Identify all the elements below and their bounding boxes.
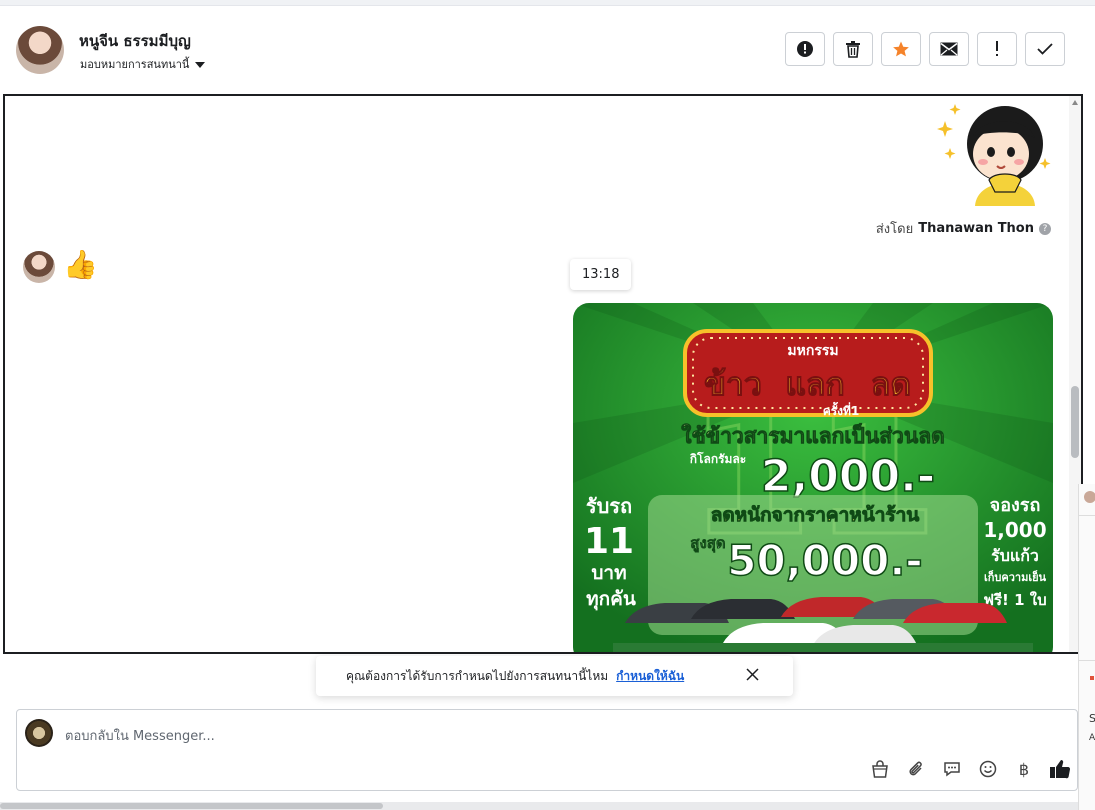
star-button[interactable] xyxy=(881,32,921,66)
attach-button[interactable] xyxy=(905,758,927,780)
side-panel-text-2: A xyxy=(1089,733,1095,743)
saved-reply-button[interactable] xyxy=(941,758,963,780)
emoji-button[interactable] xyxy=(977,758,999,780)
promo-right-4: เก็บความเย็น xyxy=(984,570,1047,584)
promo-left-2: 11 xyxy=(584,521,634,562)
promo-per-kg: กิโลกรัมละ xyxy=(690,451,746,466)
side-panel-divider xyxy=(1078,515,1095,516)
conversation-header: หนูจีน ธรรมมีบุญ มอบหมายการสนทนานี้ xyxy=(0,6,1095,94)
promo-line-1: ใช้ข้าวสารมาแลกเป็นส่วนลด xyxy=(681,422,944,448)
side-panel-avatar[interactable] xyxy=(1084,491,1095,503)
message-thread[interactable]: ส่งโดย Thanawan Thon ? 👍 13:18 11 มหกรรม… xyxy=(3,94,1083,654)
composer-toolbar: ฿ xyxy=(869,758,1071,780)
promo-box-line: ลดหนักจากราคาหน้าร้าน xyxy=(711,504,920,526)
side-panel-divider-2 xyxy=(1078,660,1095,661)
contact-avatar[interactable] xyxy=(16,26,64,74)
assign-prompt-text: คุณต้องการได้รับการกำหนดไปยังการสนทนานี้… xyxy=(346,668,609,683)
promo-left-1: รับรถ xyxy=(586,494,632,518)
assign-prompt-toast: คุณต้องการได้รับการกำหนดไปยังการสนทนานี้… xyxy=(316,656,793,696)
promo-amount-1: 2,000.- xyxy=(761,451,935,502)
done-button[interactable] xyxy=(1025,32,1065,66)
promo-right-3: รับแก้ว xyxy=(991,546,1039,565)
reply-input[interactable]: ตอบกลับใน Messenger... xyxy=(65,725,215,746)
envelope-icon xyxy=(940,42,958,56)
thumbs-up-icon xyxy=(1050,760,1071,779)
promo-headline-1: ข้าว xyxy=(704,365,762,403)
promo-subtag: ครั้งที่1 xyxy=(823,401,860,418)
promo-right-1: จองรถ xyxy=(990,495,1041,516)
side-panel-text-1: S xyxy=(1089,712,1095,725)
chat-bubble-icon xyxy=(944,762,960,777)
promo-headline-3: ลด xyxy=(871,365,911,403)
close-icon[interactable] xyxy=(746,668,759,681)
caret-down-icon xyxy=(195,61,206,68)
conversation-toolbar xyxy=(785,32,1065,66)
assign-dropdown[interactable]: มอบหมายการสนทนานี้ xyxy=(80,55,206,73)
promo-amount-2: 50,000.- xyxy=(727,536,922,585)
like-button[interactable] xyxy=(1049,758,1071,780)
promo-left-4: ทุกคัน xyxy=(586,588,636,611)
assign-label: มอบหมายการสนทนานี้ xyxy=(80,58,190,71)
trash-icon xyxy=(846,41,860,58)
assign-to-me-link[interactable]: กำหนดให้ฉัน xyxy=(616,667,684,686)
shopping-bag-icon xyxy=(872,760,888,778)
check-icon xyxy=(1037,43,1053,55)
mark-unread-button[interactable] xyxy=(929,32,969,66)
horizontal-scrollbar-thumb[interactable] xyxy=(0,803,383,809)
exclamation-icon xyxy=(996,41,998,56)
alert-circle-icon xyxy=(797,41,813,57)
sent-by-prefix: ส่งโดย xyxy=(875,222,914,237)
promo-right-2: 1,000 xyxy=(983,518,1046,542)
page-avatar xyxy=(25,719,53,747)
baht-icon: ฿ xyxy=(1018,759,1030,779)
promo-image[interactable]: 11 มหกรรม ข้าว แลก ลด ครั้งที่1 ใช้ข้าวส… xyxy=(573,303,1053,654)
delete-button[interactable] xyxy=(833,32,873,66)
side-panel-edge xyxy=(1078,484,1095,810)
help-icon[interactable]: ? xyxy=(1039,222,1051,235)
spam-button[interactable] xyxy=(977,32,1017,66)
smiley-icon xyxy=(979,760,997,778)
scroll-up-arrow-icon[interactable] xyxy=(1072,100,1078,105)
star-icon xyxy=(893,41,909,57)
sent-by-line: ส่งโดย Thanawan Thon ? xyxy=(876,218,1051,239)
thread-scrollbar-thumb[interactable] xyxy=(1071,386,1079,458)
promo-tag: มหกรรม xyxy=(787,343,838,359)
sent-by-name: Thanawan Thon xyxy=(918,221,1034,236)
thumbs-up-emoji: 👍 xyxy=(63,248,98,281)
paperclip-icon xyxy=(909,761,922,776)
message-timestamp: 13:18 xyxy=(570,259,632,290)
alert-button[interactable] xyxy=(785,32,825,66)
contact-name[interactable]: หนูจีน ธรรมมีบุญ xyxy=(79,29,191,53)
payment-button[interactable]: ฿ xyxy=(1013,758,1035,780)
promo-max-label: สูงสุด xyxy=(690,534,725,553)
sender-avatar[interactable] xyxy=(23,251,55,283)
reply-composer[interactable]: ตอบกลับใน Messenger... ฿ xyxy=(16,709,1078,791)
promo-left-3: บาท xyxy=(591,562,626,584)
promo-headline-2: แลก xyxy=(785,365,845,403)
shop-button[interactable] xyxy=(869,758,891,780)
side-panel-indicator xyxy=(1090,676,1094,680)
cartoon-girl-sticker xyxy=(937,104,1051,206)
